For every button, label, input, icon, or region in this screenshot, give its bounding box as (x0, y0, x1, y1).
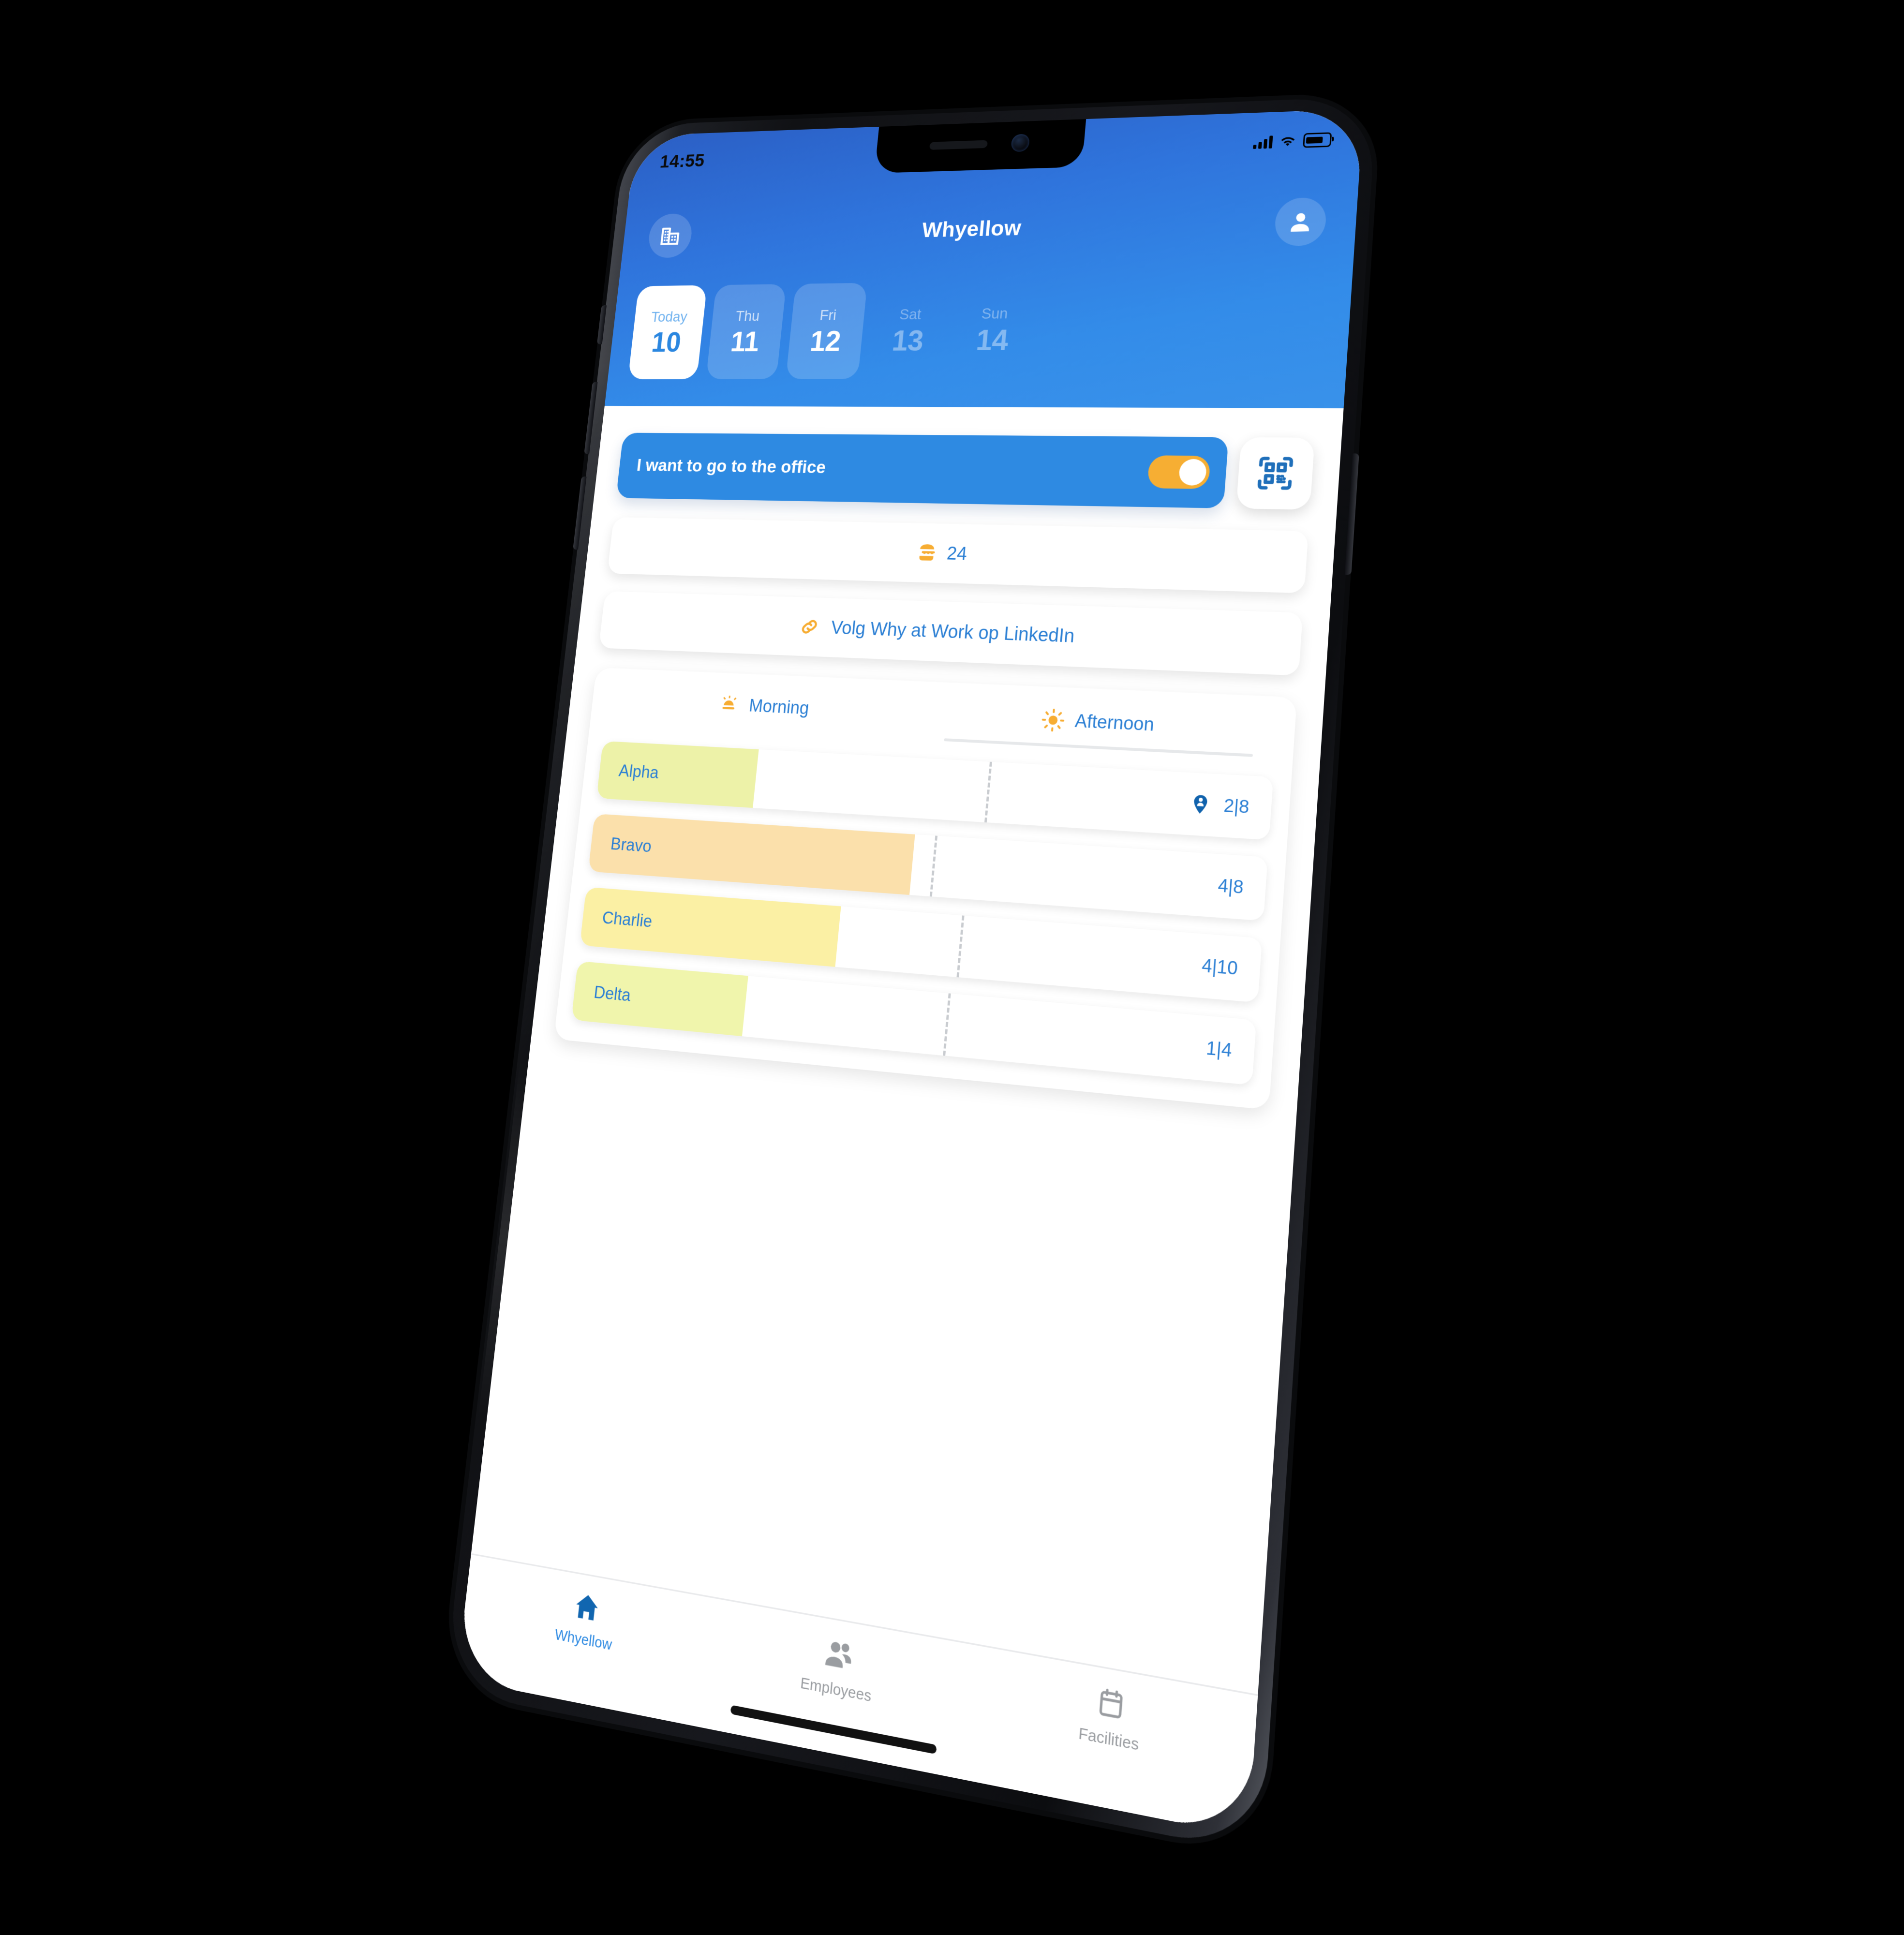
room-occupancy-count: 1|4 (1205, 1037, 1233, 1061)
tab-item-label: Employees (799, 1674, 872, 1706)
office-toggle-label: I want to go to the office (636, 456, 827, 477)
office-building-button[interactable] (646, 213, 694, 258)
linkedin-link-card[interactable]: Volg Why at Work op LinkedIn (598, 591, 1303, 676)
hamburger-icon (914, 541, 939, 565)
tab-item-label: Facilities (1078, 1724, 1140, 1754)
date-card-11[interactable]: Thu 11 (706, 284, 787, 379)
screen-notch (874, 119, 1086, 174)
date-strip[interactable]: Today 10 Thu 11 Fri 12 Sat 13 Sun 14 (628, 276, 1353, 379)
period-tab-label: Morning (748, 696, 810, 718)
room-list: Alpha 2|8 Bravo 4|8 Charlie 4|10 Delta 1|4 (571, 741, 1274, 1086)
date-card-number: 13 (891, 324, 925, 357)
lunch-count: 24 (946, 543, 968, 564)
wifi-icon (1279, 134, 1297, 148)
room-meta: 1|4 (1205, 1038, 1233, 1062)
room-capacity-marker (956, 915, 965, 978)
home-icon (571, 1589, 602, 1625)
qr-code-scan-icon (1254, 453, 1297, 493)
tab-item-employees[interactable]: Employees (764, 1624, 913, 1713)
tab-item-facilities[interactable]: Facilities (1031, 1673, 1190, 1764)
mockup-scene: 14:55 Whyellow Today 10 Thu 11 Fri 12 Sa… (0, 0, 1904, 1935)
date-card-dow: Sun (981, 305, 1009, 322)
sunrise-icon (717, 693, 741, 716)
room-name: Alpha (618, 761, 660, 782)
main-content: I want to go to the office 24 Volg Why a… (456, 406, 1344, 1837)
app-bar: Whyellow (622, 196, 1358, 259)
date-card-14: Sun 14 (951, 281, 1035, 379)
front-camera-icon (1011, 134, 1030, 152)
room-name: Delta (593, 982, 632, 1005)
status-bar-icons (1253, 132, 1332, 149)
tab-item-label: Whyellow (554, 1625, 613, 1654)
room-row[interactable]: Delta 1|4 (571, 961, 1257, 1086)
page-title: Whyellow (921, 216, 1023, 242)
battery-icon (1303, 132, 1332, 148)
room-meta: 4|8 (1217, 875, 1244, 898)
room-meta: 4|10 (1201, 955, 1238, 979)
period-tab-label: Afternoon (1074, 711, 1155, 735)
room-occupancy-count: 4|8 (1217, 875, 1245, 898)
date-card-dow: Sat (898, 306, 922, 323)
room-meta: 2|8 (1189, 792, 1250, 819)
sun-icon (1040, 708, 1066, 733)
room-capacity-marker (984, 761, 992, 823)
date-card-12[interactable]: Fri 12 (786, 283, 868, 379)
date-card-dow: Today (650, 308, 688, 325)
people-icon (821, 1635, 856, 1676)
toggle-knob (1178, 459, 1207, 486)
cellular-signal-icon (1253, 134, 1273, 149)
room-occupancy-count: 2|8 (1223, 795, 1250, 818)
room-name: Charlie (601, 908, 654, 931)
occupancy-panel: Morning Afternoon Alpha 2|8 Bravo 4|8 Charlie… (553, 667, 1297, 1110)
qr-scan-button[interactable] (1236, 437, 1315, 510)
linkedin-link-label: Volg Why at Work op LinkedIn (830, 617, 1076, 647)
lunch-counter-card[interactable]: 24 (607, 517, 1309, 594)
user-avatar-icon (1286, 208, 1315, 235)
phone-mockup: 14:55 Whyellow Today 10 Thu 11 Fri 12 Sa… (444, 96, 1377, 1855)
date-card-13: Sat 13 (867, 282, 951, 379)
bottom-tab-bar[interactable]: Whyellow Employees Facilities (456, 1553, 1258, 1837)
period-tab-morning[interactable]: Morning (605, 688, 927, 740)
date-card-10[interactable]: Today 10 (628, 285, 707, 379)
office-toggle-switch[interactable] (1147, 455, 1211, 489)
date-card-number: 10 (650, 327, 683, 358)
status-bar-clock: 14:55 (659, 150, 706, 172)
tab-item-whyellow[interactable]: Whyellow (517, 1579, 655, 1662)
date-card-dow: Fri (819, 307, 837, 324)
period-tab-afternoon[interactable]: Afternoon (924, 702, 1278, 758)
room-name: Bravo (610, 834, 653, 856)
earpiece-speaker-icon (929, 140, 988, 150)
room-occupancy-count: 4|10 (1201, 955, 1239, 979)
office-toggle-card[interactable]: I want to go to the office (616, 432, 1229, 508)
date-card-number: 11 (729, 326, 761, 357)
room-capacity-marker (929, 835, 938, 897)
room-capacity-marker (943, 993, 951, 1056)
phone-screen: 14:55 Whyellow Today 10 Thu 11 Fri 12 Sa… (456, 108, 1364, 1837)
calendar-icon (1095, 1684, 1128, 1724)
office-building-icon (657, 223, 683, 248)
office-toggle-row: I want to go to the office (616, 432, 1315, 510)
link-icon (798, 615, 822, 639)
location-pin-person-icon (1189, 792, 1213, 817)
date-card-number: 14 (975, 324, 1010, 357)
date-card-number: 12 (808, 325, 843, 357)
date-card-dow: Thu (735, 308, 761, 324)
